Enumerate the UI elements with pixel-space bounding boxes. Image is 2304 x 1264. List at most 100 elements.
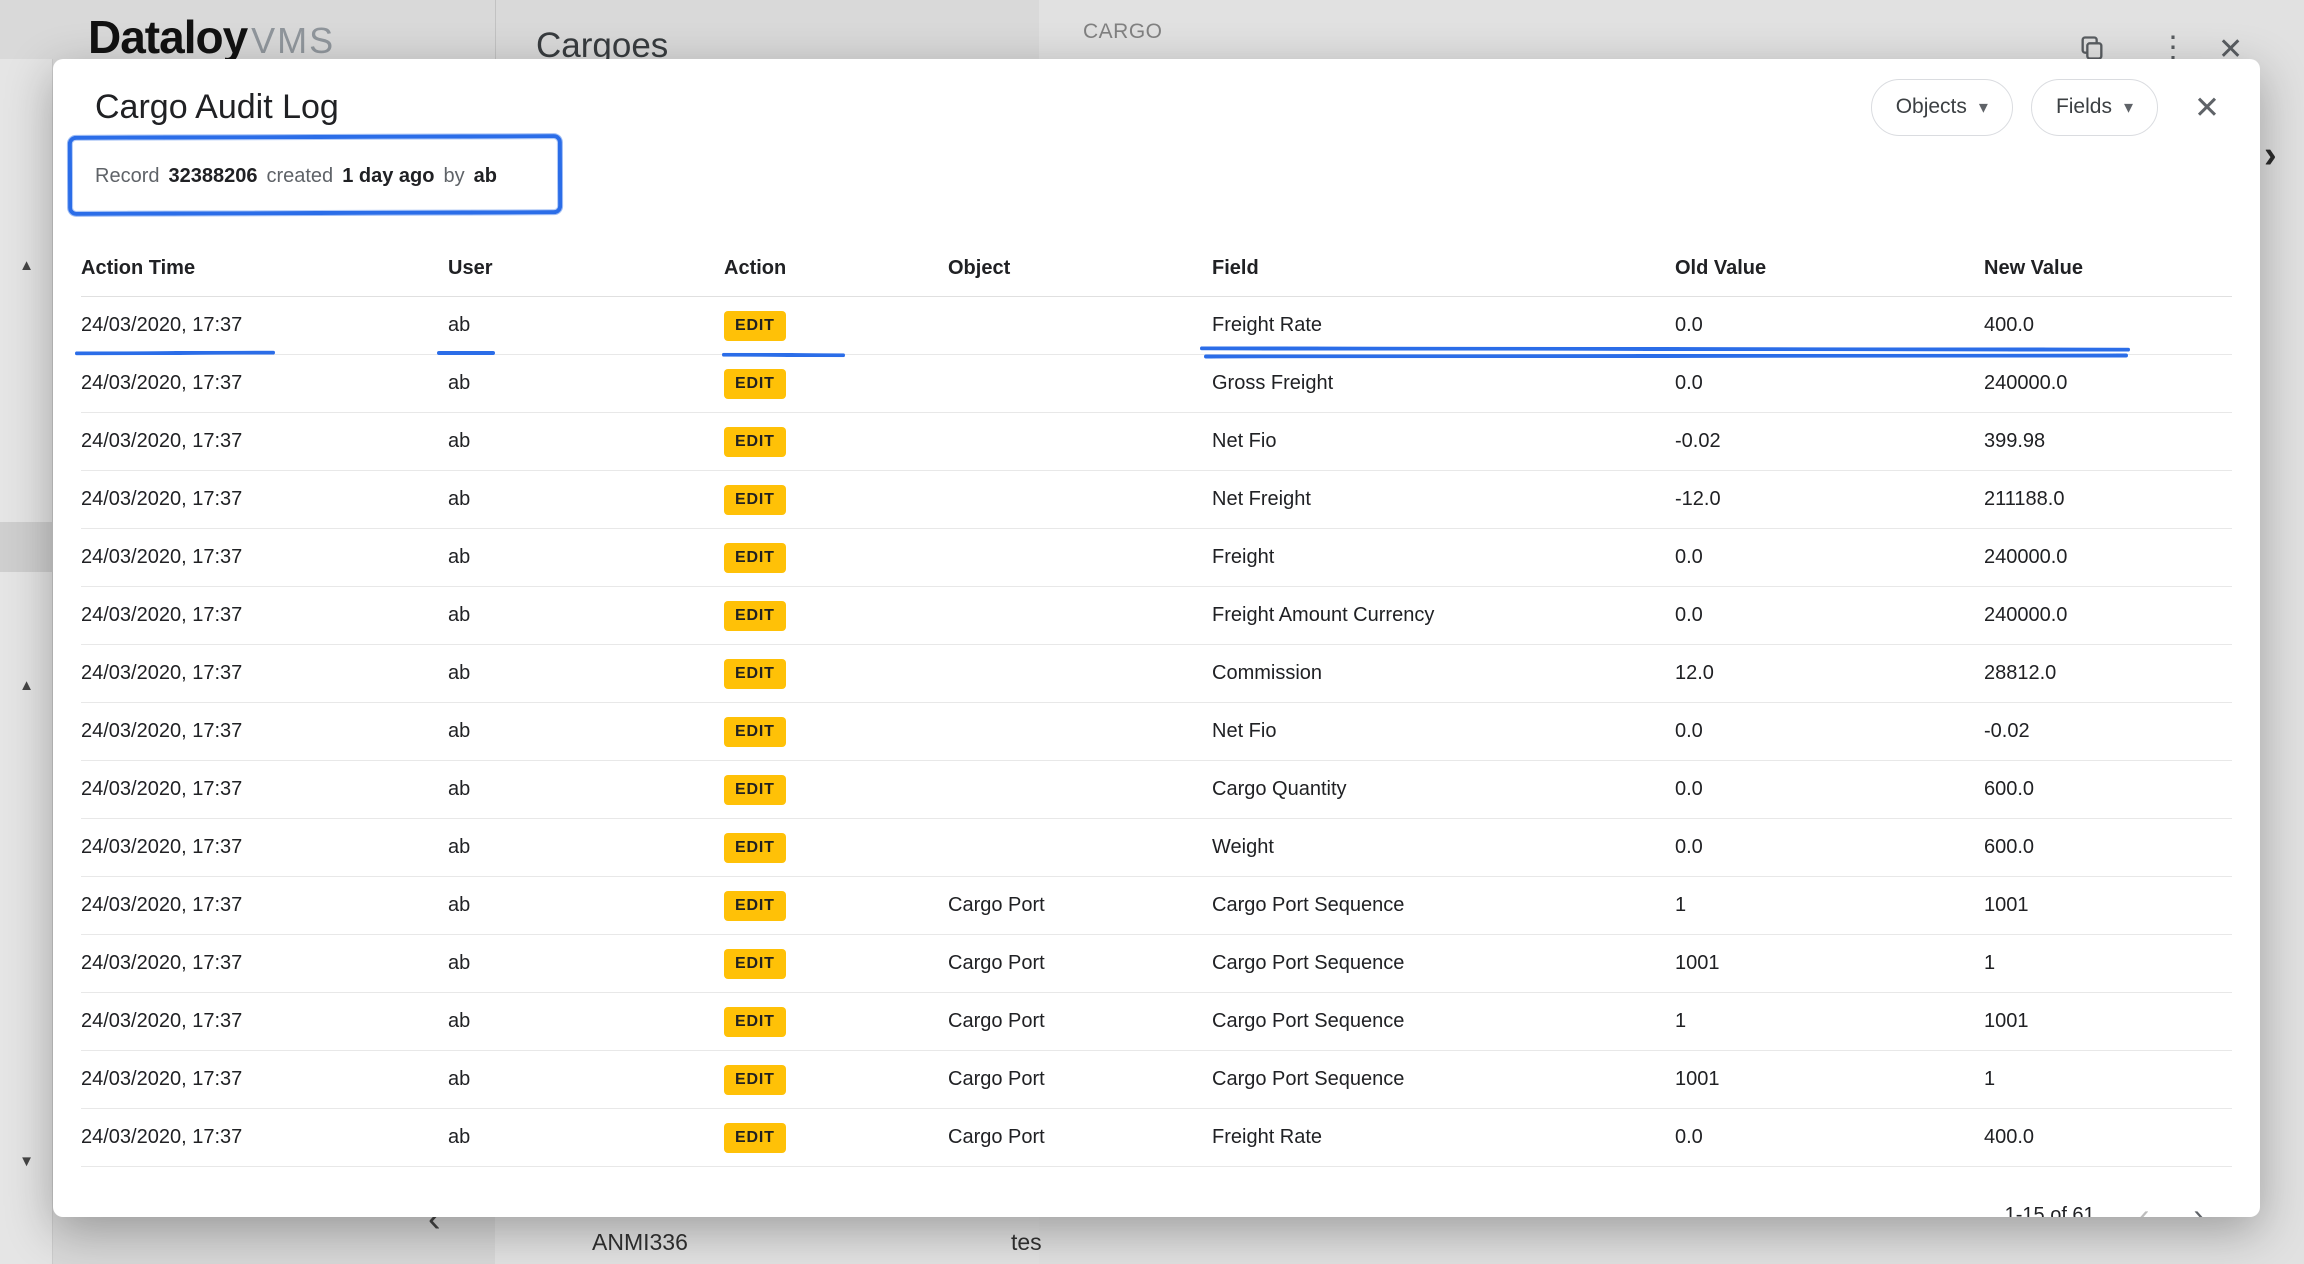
cell-action: EDIT — [724, 717, 948, 747]
cell-time: 24/03/2020, 17:37 — [81, 488, 448, 511]
cell-new-value: -0.02 — [1984, 720, 2232, 743]
cell-old-value: 0.0 — [1675, 1126, 1984, 1149]
objects-dropdown-label: Objects — [1896, 95, 1967, 119]
cell-new-value: 400.0 — [1984, 314, 2232, 337]
dialog-close-icon[interactable]: ✕ — [2194, 92, 2220, 123]
cell-old-value: -12.0 — [1675, 488, 1984, 511]
edit-badge: EDIT — [724, 543, 786, 573]
dialog-header: Cargo Audit Log Objects ▾ Fields ▾ ✕ — [53, 77, 2220, 137]
table-row: 24/03/2020, 17:37abEDITFreight Amount Cu… — [81, 587, 2232, 645]
cell-time: 24/03/2020, 17:37 — [81, 778, 448, 801]
edit-badge: EDIT — [724, 427, 786, 457]
cell-field: Net Fio — [1212, 720, 1675, 743]
table-row: 24/03/2020, 17:37abEDITCargo PortCargo P… — [81, 1051, 2232, 1109]
cell-time: 24/03/2020, 17:37 — [81, 1068, 448, 1091]
record-banner-by: by — [443, 165, 464, 188]
cell-action: EDIT — [724, 1065, 948, 1095]
cell-field: Gross Freight — [1212, 372, 1675, 395]
edit-badge: EDIT — [724, 369, 786, 399]
edit-badge: EDIT — [724, 833, 786, 863]
cell-action: EDIT — [724, 833, 948, 863]
table-row: 24/03/2020, 17:37abEDIT Net Fio0.0-0.02 — [81, 703, 2232, 761]
record-banner: Record 32388206 created 1 day ago by ab — [78, 144, 546, 209]
cell-field: Weight — [1212, 836, 1675, 859]
cell-action: EDIT — [724, 1007, 948, 1037]
cell-old-value: 0.0 — [1675, 314, 1984, 337]
cell-new-value: 240000.0 — [1984, 546, 2232, 569]
cell-user: ab — [448, 720, 724, 743]
pagination-prev-icon[interactable]: ‹ — [2139, 1199, 2150, 1217]
cell-new-value: 240000.0 — [1984, 372, 2232, 395]
cell-user: ab — [448, 604, 724, 627]
cell-field: Commission — [1212, 662, 1675, 685]
table-row: 24/03/2020, 17:37abEDITNet Freight-12.02… — [81, 471, 2232, 529]
table-row: 24/03/2020, 17:37abEDITCommission12.0288… — [81, 645, 2232, 703]
cell-action: EDIT — [724, 891, 948, 921]
chevron-down-icon: ▾ — [1979, 97, 1988, 118]
cell-field: Freight Rate — [1212, 1126, 1675, 1149]
cell-user: ab — [448, 1126, 724, 1149]
cell-new-value: 1001 — [1984, 1010, 2232, 1033]
cell-old-value: 1 — [1675, 894, 1984, 917]
fields-dropdown-button[interactable]: Fields ▾ — [2031, 79, 2158, 136]
record-banner-prefix: Record — [95, 165, 159, 188]
cell-time: 24/03/2020, 17:37 — [81, 314, 448, 337]
edit-badge: EDIT — [724, 717, 786, 747]
objects-dropdown-button[interactable]: Objects ▾ — [1871, 79, 2013, 136]
cell-new-value: 1001 — [1984, 894, 2232, 917]
cell-user: ab — [448, 894, 724, 917]
cell-time: 24/03/2020, 17:37 — [81, 836, 448, 859]
cell-old-value: 0.0 — [1675, 604, 1984, 627]
cell-new-value: 28812.0 — [1984, 662, 2232, 685]
cell-new-value: 400.0 — [1984, 1126, 2232, 1149]
cell-field: Freight Rate — [1212, 314, 1675, 337]
cell-new-value: 1 — [1984, 952, 2232, 975]
cell-old-value: 1 — [1675, 1010, 1984, 1033]
cell-old-value: 0.0 — [1675, 720, 1984, 743]
cell-field: Cargo Port Sequence — [1212, 1010, 1675, 1033]
fields-dropdown-label: Fields — [2056, 95, 2112, 119]
cell-user: ab — [448, 778, 724, 801]
cell-user: ab — [448, 372, 724, 395]
table-row: 24/03/2020, 17:37abEDITCargo PortCargo P… — [81, 993, 2232, 1051]
cell-user: ab — [448, 430, 724, 453]
cell-new-value: 399.98 — [1984, 430, 2232, 453]
cell-new-value: 211188.0 — [1984, 488, 2232, 511]
cell-action: EDIT — [724, 369, 948, 399]
edit-badge: EDIT — [724, 775, 786, 805]
cell-field: Net Fio — [1212, 430, 1675, 453]
cell-new-value: 240000.0 — [1984, 604, 2232, 627]
audit-table-header: Action TimeUserActionObjectFieldOld Valu… — [81, 241, 2232, 297]
cell-time: 24/03/2020, 17:37 — [81, 604, 448, 627]
cell-time: 24/03/2020, 17:37 — [81, 372, 448, 395]
column-header-action: Action — [724, 257, 948, 280]
edit-badge: EDIT — [724, 311, 786, 341]
cell-field: Net Freight — [1212, 488, 1675, 511]
edit-badge: EDIT — [724, 949, 786, 979]
cell-user: ab — [448, 546, 724, 569]
record-user: ab — [474, 165, 497, 188]
column-header-user: User — [448, 257, 724, 280]
cell-time: 24/03/2020, 17:37 — [81, 662, 448, 685]
cell-new-value: 600.0 — [1984, 778, 2232, 801]
pagination-bar: 1-15 of 61 ‹ › — [53, 1187, 2260, 1217]
cell-action: EDIT — [724, 1123, 948, 1153]
cell-field: Cargo Port Sequence — [1212, 894, 1675, 917]
chevron-down-icon: ▾ — [2124, 97, 2133, 118]
edit-badge: EDIT — [724, 1007, 786, 1037]
cell-user: ab — [448, 1010, 724, 1033]
edit-badge: EDIT — [724, 659, 786, 689]
cell-field: Cargo Quantity — [1212, 778, 1675, 801]
cell-object: Cargo Port — [948, 894, 1212, 917]
cell-time: 24/03/2020, 17:37 — [81, 1010, 448, 1033]
cell-time: 24/03/2020, 17:37 — [81, 720, 448, 743]
cell-time: 24/03/2020, 17:37 — [81, 952, 448, 975]
column-header-new-value: New Value — [1984, 257, 2232, 280]
cell-user: ab — [448, 952, 724, 975]
edit-badge: EDIT — [724, 601, 786, 631]
pagination-next-icon[interactable]: › — [2193, 1199, 2204, 1217]
cell-action: EDIT — [724, 659, 948, 689]
column-header-object: Object — [948, 257, 1212, 280]
table-row: 24/03/2020, 17:37abEDITCargo Quantity0.0… — [81, 761, 2232, 819]
cell-old-value: 12.0 — [1675, 662, 1984, 685]
